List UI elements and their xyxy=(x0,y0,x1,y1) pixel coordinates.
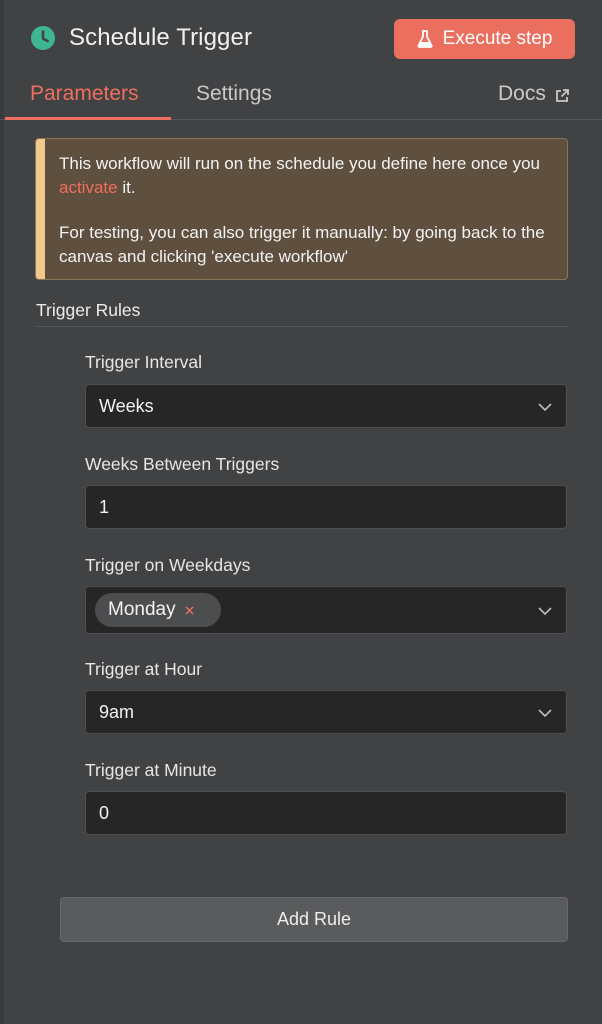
trigger-hour-label: Trigger at Hour xyxy=(85,659,203,679)
tab-settings[interactable]: Settings xyxy=(196,82,272,106)
schedule-notice: This workflow will run on the schedule y… xyxy=(35,138,568,280)
add-rule-button[interactable]: Add Rule xyxy=(60,897,568,942)
notice-accent-bar xyxy=(36,139,45,279)
node-header: Schedule Trigger Execute step Parameters… xyxy=(0,0,602,120)
weekday-chip-label: Monday xyxy=(108,599,176,620)
notice-text-1: This workflow will run on the schedule y… xyxy=(59,152,559,199)
chevron-down-icon xyxy=(537,399,553,415)
weekdays-multiselect[interactable]: Monday xyxy=(85,586,567,634)
tab-docs[interactable]: Docs xyxy=(498,82,570,106)
execute-step-button[interactable]: Execute step xyxy=(394,19,575,59)
weekdays-label: Trigger on Weekdays xyxy=(85,555,251,575)
trigger-hour-select[interactable]: 9am xyxy=(85,690,567,734)
trigger-interval-value: Weeks xyxy=(99,396,154,416)
activate-link[interactable]: activate xyxy=(59,178,118,197)
active-tab-indicator xyxy=(5,117,171,120)
title-area: Schedule Trigger xyxy=(30,20,252,56)
tab-parameters[interactable]: Parameters xyxy=(30,82,139,106)
close-icon[interactable] xyxy=(185,602,194,614)
chevron-down-icon xyxy=(537,603,553,619)
trigger-rules-heading: Trigger Rules xyxy=(36,300,141,320)
flask-icon xyxy=(417,30,433,48)
trigger-hour-value: 9am xyxy=(99,702,135,722)
notice-text-1-start: This workflow will run on the schedule y… xyxy=(59,154,540,173)
notice-text-1-end: it. xyxy=(117,177,136,197)
weeks-between-input[interactable]: 1 xyxy=(85,485,567,529)
chevron-down-icon xyxy=(537,705,553,721)
trigger-minute-label: Trigger at Minute xyxy=(85,760,217,780)
tab-bar: Parameters Settings Docs xyxy=(0,78,602,120)
node-title: Schedule Trigger xyxy=(69,24,253,51)
external-link-icon xyxy=(554,86,570,102)
tab-docs-label: Docs xyxy=(498,82,546,105)
weekday-chip: Monday xyxy=(95,593,221,627)
clock-icon xyxy=(30,25,56,51)
weeks-between-label: Weeks Between Triggers xyxy=(85,454,280,474)
left-rail xyxy=(0,0,4,1024)
trigger-interval-select[interactable]: Weeks xyxy=(85,384,567,428)
notice-text-2: For testing, you can also trigger it man… xyxy=(59,223,545,266)
execute-step-label: Execute step xyxy=(442,28,553,49)
weeks-between-value: 1 xyxy=(99,497,110,517)
trigger-minute-input[interactable]: 0 xyxy=(85,791,567,835)
trigger-minute-value: 0 xyxy=(99,803,110,823)
section-divider xyxy=(36,326,568,327)
trigger-interval-label: Trigger Interval xyxy=(85,352,203,372)
